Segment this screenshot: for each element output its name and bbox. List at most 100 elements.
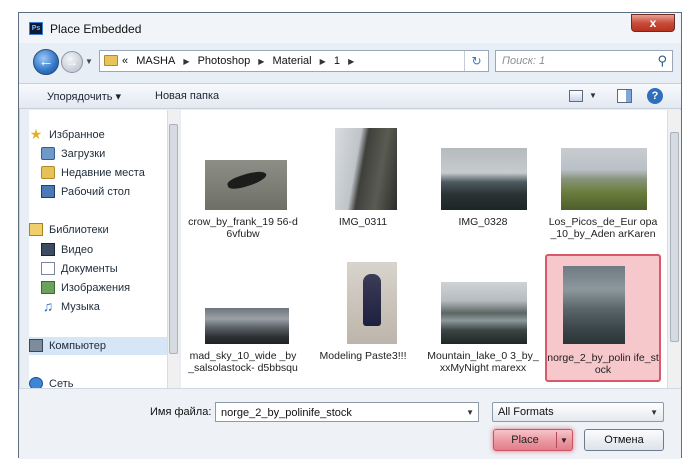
file-name: Mountain_lake_0 3_by_xxMyNight marexx [427,350,539,374]
command-bar: Упорядочить ▾ Новая папка ▼ ? [19,83,681,109]
view-dropdown-icon[interactable]: ▼ [589,91,597,100]
file-item[interactable]: Los_Picos_de_Eur opa_10_by_Aden arKaren [547,122,659,252]
sidebar-item-documents[interactable]: Документы [29,260,177,278]
sidebar-item-label: Изображения [61,282,131,294]
file-thumbnail [563,266,625,344]
title-bar: Ps Place Embedded x [19,13,681,43]
file-item-selected[interactable]: norge_2_by_polin ife_stock [545,254,661,382]
history-dropdown-icon[interactable]: ▼ [85,57,93,66]
organize-button[interactable]: Упорядочить ▾ [47,90,121,103]
sidebar-item-label: Музыка [61,301,100,313]
file-name: mad_sky_10_wide _by_salsolastock- d5bbsq… [188,350,298,374]
filename-dropdown-icon[interactable]: ▼ [466,408,474,417]
recent-places-icon [41,166,55,179]
sidebar-item-label: Библиотеки [49,224,109,236]
search-box[interactable]: Поиск: 1 ⚲ [495,50,673,72]
breadcrumb-separator-icon[interactable]: ▶ [320,57,326,66]
place-options-dropdown-icon[interactable]: ▼ [560,436,568,445]
scrollbar-thumb[interactable] [169,124,178,354]
breadcrumb-separator-icon[interactable]: ▶ [348,57,354,66]
breadcrumb-masha[interactable]: MASHA [136,55,175,67]
breadcrumb-prefix[interactable]: « [122,55,128,67]
file-item[interactable]: IMG_0311 [307,122,419,252]
preview-pane-icon[interactable] [617,89,632,103]
refresh-icon[interactable]: ↻ [464,51,488,71]
file-name: IMG_0328 [458,216,508,228]
file-item[interactable]: mad_sky_10_wide _by_salsolastock- d5bbsq… [187,256,299,386]
file-name: Los_Picos_de_Eur opa_10_by_Aden arKaren [548,216,658,240]
breadcrumb-separator-icon[interactable]: ▶ [258,57,264,66]
documents-icon [41,262,55,275]
sidebar-item-label: Недавние места [61,167,145,179]
screenshot-frame: Ps Place Embedded x ← → ▼ « MASHA ▶ Phot… [0,0,700,472]
chevron-down-icon: ▼ [650,408,658,417]
help-icon[interactable]: ? [647,88,663,104]
breadcrumb-1[interactable]: 1 [334,55,340,67]
forward-button[interactable]: → [61,51,83,73]
dialog-footer: Имя файла: ▼ All Formats ▼ Place ▼ Отмен… [19,388,681,459]
sidebar-item-label: Компьютер [49,340,106,352]
file-thumbnail [441,148,527,210]
sidebar-item-libraries[interactable]: Библиотеки [29,221,177,239]
sidebar-item-desktop[interactable]: Рабочий стол [29,183,177,201]
sidebar-item-label: Документы [61,263,118,275]
filename-label: Имя файла: [150,406,212,418]
navigation-pane-scrollbar[interactable] [167,110,179,388]
search-input[interactable]: Поиск: 1 [502,55,545,67]
sidebar-item-pictures[interactable]: Изображения [29,279,177,297]
file-item[interactable]: IMG_0328 [427,122,539,252]
file-name: Modeling Paste3!!! [319,350,407,362]
file-item[interactable]: Mountain_lake_0 3_by_xxMyNight marexx [427,256,539,386]
video-icon [41,243,55,256]
file-name: crow_by_frank_19 56-d6vfubw [188,216,298,240]
sidebar-item-video[interactable]: Видео [29,241,177,259]
split-divider [556,432,557,448]
scrollbar-thumb[interactable] [670,132,679,342]
sidebar-item-label: Избранное [49,129,105,141]
filename-input[interactable] [219,405,459,420]
file-thumbnail [561,148,647,210]
new-folder-button[interactable]: Новая папка [155,90,219,102]
desktop-icon [41,185,55,198]
forward-arrow-icon: → [66,55,78,69]
computer-icon [29,339,43,352]
place-embedded-dialog: Ps Place Embedded x ← → ▼ « MASHA ▶ Phot… [18,12,682,459]
sidebar-item-label: Загрузки [61,148,106,160]
place-button-label: Place [511,434,539,446]
sidebar-item-label: Рабочий стол [61,186,131,198]
close-button[interactable]: x [631,14,675,32]
sidebar-item-label: Видео [61,244,94,256]
pictures-icon [41,281,55,294]
file-thumbnail [441,282,527,344]
file-list: crow_by_frank_19 56-d6vfubw IMG_0311 IMG… [181,110,667,388]
place-button[interactable]: Place ▼ [493,429,573,451]
file-item[interactable]: Modeling Paste3!!! [307,256,419,386]
libraries-icon [29,223,43,236]
breadcrumb-separator-icon[interactable]: ▶ [183,57,189,66]
file-name: norge_2_by_polin ife_stock [547,352,659,376]
back-button[interactable]: ← [33,49,59,75]
sidebar-item-favorites[interactable]: ★ Избранное [29,126,177,144]
photoshop-app-icon: Ps [29,22,43,35]
cancel-button[interactable]: Отмена [584,429,664,451]
format-select[interactable]: All Formats ▼ [492,402,664,422]
music-icon: ♫ [42,298,54,314]
downloads-folder-icon [41,147,55,160]
folder-icon [104,55,118,66]
sidebar-item-music[interactable]: ♫ Музыка [29,298,177,316]
file-thumbnail [335,128,397,210]
sidebar-item-downloads[interactable]: Загрузки [29,145,177,163]
file-list-scrollbar[interactable] [667,110,681,388]
breadcrumb-photoshop[interactable]: Photoshop [198,55,251,67]
file-item[interactable]: crow_by_frank_19 56-d6vfubw [187,122,299,252]
back-arrow-icon: ← [38,53,54,70]
format-value: All Formats [498,406,554,418]
file-thumbnail [205,160,287,210]
sidebar-item-computer[interactable]: Компьютер [29,337,177,355]
sidebar-item-recent-places[interactable]: Недавние места [29,164,177,182]
address-bar[interactable]: « MASHA ▶ Photoshop ▶ Material ▶ 1 ▶ ↻ [99,50,489,72]
filename-field[interactable]: ▼ [215,402,479,422]
breadcrumb-material[interactable]: Material [272,55,311,67]
search-icon[interactable]: ⚲ [657,53,667,69]
change-view-icon[interactable] [569,90,583,102]
